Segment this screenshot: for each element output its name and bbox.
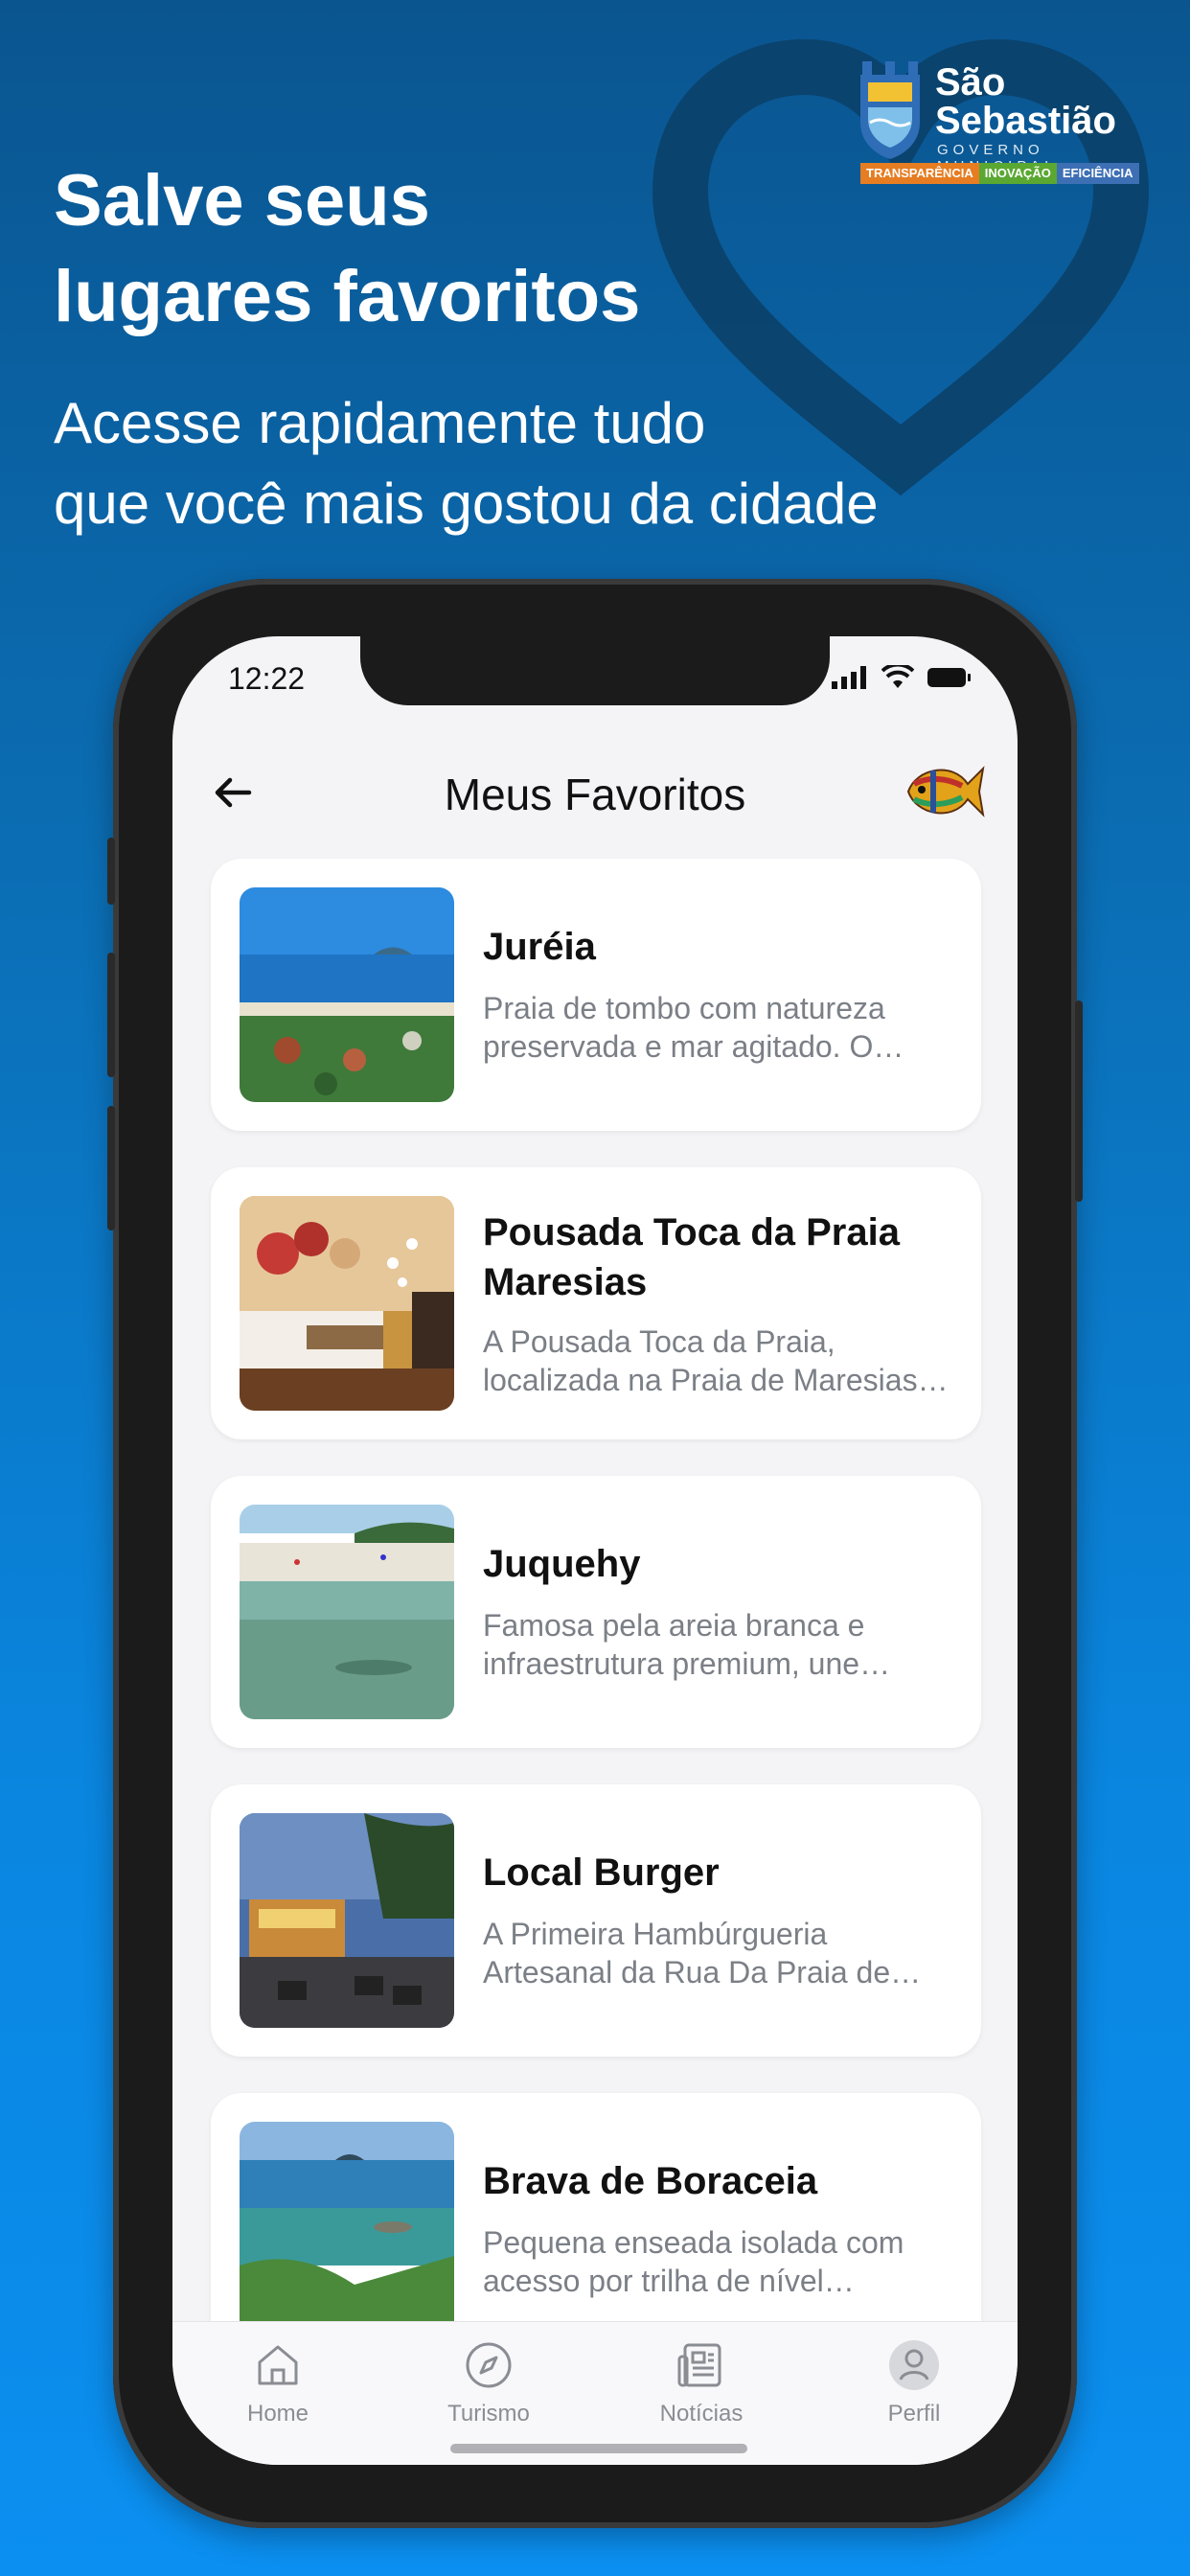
tab-label: Home [246, 2401, 309, 2426]
profile-icon [889, 2340, 939, 2390]
favorite-description: Praia de tombo com natureza preservada e… [483, 991, 885, 1064]
favorite-title: Juquehy [483, 1543, 641, 1585]
favorite-description: Pequena enseada isolada com acesso por t… [483, 2225, 904, 2298]
app-header: Meus Favoritos [172, 742, 1018, 838]
favorite-card[interactable]: Pousada Toca da Praia Maresias A Pousada… [211, 1167, 981, 1439]
favorite-card[interactable]: Local Burger A Primeira Hambúrgueria Art… [211, 1784, 981, 2057]
home-indicator [450, 2444, 747, 2453]
favorite-description: Famosa pela areia branca e infraestrutur… [483, 1608, 865, 1681]
favorite-card[interactable]: Juréia Praia de tombo com natureza prese… [211, 859, 981, 1131]
favorite-title: Pousada Toca da Praia Maresias [483, 1211, 900, 1303]
page-title: Meus Favoritos [444, 770, 746, 819]
logo-name: São Sebastião [935, 63, 1116, 140]
signal-icon [832, 666, 866, 689]
tab-label: Perfil [887, 2401, 941, 2426]
logo-name-line2: Sebastião [935, 100, 1116, 142]
tab-home[interactable]: Home [201, 2339, 355, 2427]
logo-tags: TRANSPARÊNCIA INOVAÇÃO EFICIÊNCIA [860, 163, 1139, 184]
sao-sebastiao-logo: São Sebastião GOVERNO MUNICIPAL TRANSPAR… [858, 58, 1146, 192]
favorite-card[interactable]: Juquehy Famosa pela areia branca e infra… [211, 1476, 981, 1748]
favorite-thumbnail [240, 1813, 454, 2028]
promo-subheadline: Acesse rapidamente tudo que você mais go… [54, 383, 1108, 544]
wifi-icon [881, 665, 914, 688]
promo-subheadline-line1: Acesse rapidamente tudo [54, 391, 706, 455]
coast-photo [240, 2122, 454, 2336]
logo-tag: INOVAÇÃO [978, 163, 1057, 184]
phone-notch [360, 636, 830, 705]
fish-icon [906, 766, 985, 817]
phone-frame: 12:22 Meus Favoritos Juréia Praia de tom… [107, 579, 1083, 2528]
phone-volume-up-button [107, 953, 115, 1077]
status-icons [832, 665, 972, 690]
favorite-thumbnail [240, 1505, 454, 1719]
battery-icon [927, 668, 971, 687]
tab-perfil[interactable]: Perfil [837, 2339, 991, 2427]
crest-icon [860, 61, 920, 159]
phone-power-button [1075, 1000, 1083, 1202]
compass-icon [466, 2342, 512, 2388]
promo-subheadline-line2: que você mais gostou da cidade [54, 472, 879, 536]
beach-photo [240, 887, 454, 1102]
promo-headline-line1: Salve seus [54, 160, 430, 242]
tab-label: Turismo [447, 2401, 530, 2426]
tab-noticias[interactable]: Notícias [625, 2339, 778, 2427]
tab-label: Notícias [659, 2401, 744, 2426]
favorite-title: Local Burger [483, 1852, 720, 1894]
promo-headline-line2: lugares favoritos [54, 256, 641, 337]
newspaper-icon [677, 2343, 721, 2387]
home-icon [258, 2345, 298, 2385]
hotel-room-photo [240, 1196, 454, 1411]
phone-volume-down-button [107, 1106, 115, 1230]
app-screen: 12:22 Meus Favoritos Juréia Praia de tom… [172, 636, 1018, 2465]
phone-side-button [107, 838, 115, 905]
logo-tag: TRANSPARÊNCIA [860, 163, 979, 184]
favorite-title: Juréia [483, 926, 596, 968]
favorite-title: Brava de Boraceia [483, 2160, 818, 2202]
favorite-description: A Pousada Toca da Praia, localizada na P… [483, 1324, 952, 1397]
tab-turismo[interactable]: Turismo [412, 2339, 565, 2427]
logo-tag: EFICIÊNCIA [1056, 163, 1139, 184]
logo-name-line1: São [935, 61, 1006, 104]
beach-photo [240, 1505, 454, 1719]
favorite-thumbnail [240, 1196, 454, 1411]
favorite-thumbnail [240, 2122, 454, 2336]
favorite-thumbnail [240, 887, 454, 1102]
restaurant-photo [240, 1813, 454, 2028]
status-time: 12:22 [228, 661, 306, 696]
favorite-description: A Primeira Hambúrgueria Artesanal da Rua… [483, 1917, 891, 1990]
promo-headline: Salve seus lugares favoritos [54, 153, 782, 345]
